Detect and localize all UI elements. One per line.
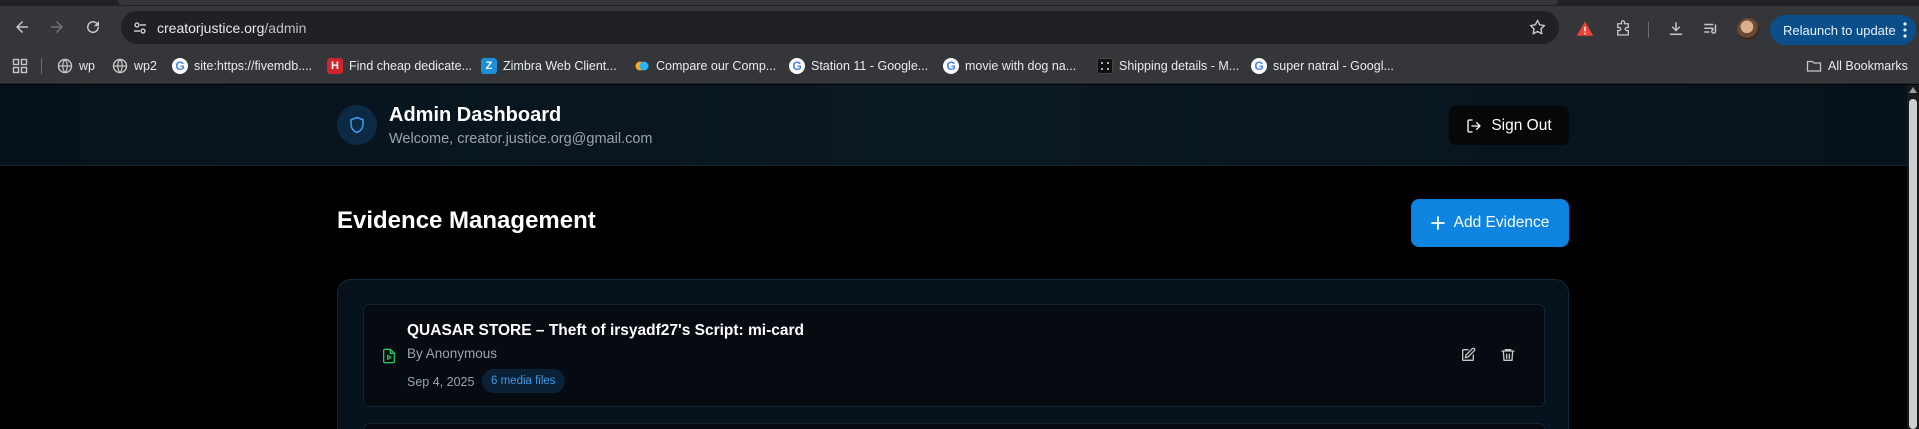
welcome-text: Welcome, creator.justice.org@gmail.com: [389, 131, 653, 147]
evidence-title: QUASAR STORE – Theft of irsyadf27's Scri…: [407, 322, 805, 339]
admin-header: Admin Dashboard Welcome, creator.justice…: [0, 85, 1907, 166]
hotel-icon: H: [327, 58, 343, 74]
page-scrollbar[interactable]: [1907, 85, 1919, 429]
extensions-icon[interactable]: [1613, 19, 1633, 39]
bookmark-compare[interactable]: Compare our Comp...: [634, 56, 776, 76]
evidence-author: By Anonymous: [407, 346, 498, 361]
globe-icon: [112, 58, 128, 74]
plus-icon: [1430, 216, 1445, 230]
google-icon: G: [789, 58, 805, 74]
url-text[interactable]: creatorjustice.org/admin: [157, 20, 306, 36]
sign-out-icon: [1467, 118, 1482, 133]
folder-icon: [1806, 58, 1822, 74]
bookmark-movie-dog[interactable]: G movie with dog na...: [943, 56, 1076, 76]
bookmarks-divider: [41, 58, 42, 74]
star-icon[interactable]: [1528, 18, 1547, 37]
google-icon: G: [172, 58, 188, 74]
back-icon[interactable]: [9, 14, 35, 40]
evidence-list-panel: QUASAR STORE – Theft of irsyadf27's Scri…: [337, 279, 1569, 429]
add-evidence-label: Add Evidence: [1453, 214, 1550, 231]
circles-icon: [634, 58, 650, 74]
sign-out-label: Sign Out: [1491, 116, 1552, 134]
media-control-icon[interactable]: [1701, 19, 1721, 39]
bookmark-label: Shipping details - M...: [1119, 59, 1240, 73]
bookmark-label: Compare our Comp...: [656, 59, 777, 73]
active-tab-edge: [118, 0, 1558, 5]
shipping-icon: [1097, 58, 1113, 74]
zimbra-icon: Z: [481, 58, 497, 74]
all-bookmarks[interactable]: All Bookmarks: [1806, 56, 1908, 76]
more-icon[interactable]: [1903, 21, 1907, 39]
relaunch-label: Relaunch to update: [1783, 22, 1896, 38]
profile-avatar[interactable]: [1737, 18, 1759, 40]
reload-icon[interactable]: [80, 14, 106, 40]
warning-icon[interactable]: [1575, 19, 1595, 39]
evidence-date: Sep 4, 2025: [407, 375, 475, 389]
trash-icon[interactable]: [1500, 347, 1518, 365]
scrollbar-thumb[interactable]: [1909, 99, 1917, 429]
bookmark-cheap-dedicated[interactable]: H Find cheap dedicate...: [327, 56, 472, 76]
add-evidence-button[interactable]: Add Evidence: [1411, 199, 1569, 247]
file-icon: [383, 348, 395, 364]
toolbar-divider: [1648, 22, 1649, 38]
section-title: Evidence Management: [337, 207, 596, 234]
bookmark-label: wp: [79, 59, 95, 73]
bookmark-zimbra[interactable]: Z Zimbra Web Client...: [481, 56, 617, 76]
page-title: Admin Dashboard: [389, 104, 562, 126]
bookmark-label: Station 11 - Google...: [811, 59, 929, 73]
bookmark-super-natral[interactable]: G super natral - Googl...: [1251, 56, 1394, 76]
url-path: /admin: [264, 20, 307, 36]
media-count-badge: 6 media files: [482, 369, 565, 393]
google-icon: G: [943, 58, 959, 74]
shield-icon: [337, 105, 377, 145]
bookmark-label: site:https://fivemdb....: [194, 59, 313, 73]
address-bar[interactable]: creatorjustice.org/admin: [121, 11, 1559, 44]
bookmark-label: Find cheap dedicate...: [349, 59, 472, 73]
bookmark-fivemdb[interactable]: G site:https://fivemdb....: [172, 56, 312, 76]
evidence-card-next[interactable]: [363, 423, 1545, 429]
all-bookmarks-label: All Bookmarks: [1828, 59, 1908, 73]
site-info-icon[interactable]: [131, 19, 149, 37]
bookmark-label: wp2: [134, 59, 157, 73]
download-icon[interactable]: [1666, 19, 1686, 39]
evidence-card[interactable]: QUASAR STORE – Theft of irsyadf27's Scri…: [363, 304, 1545, 407]
bookmark-wp2[interactable]: wp2: [112, 56, 157, 76]
forward-icon[interactable]: [44, 14, 70, 40]
edit-icon[interactable]: [1460, 347, 1478, 365]
globe-icon: [57, 58, 73, 74]
relaunch-button[interactable]: Relaunch to update: [1770, 15, 1916, 45]
sign-out-button[interactable]: Sign Out: [1449, 106, 1569, 145]
scroll-up-icon[interactable]: [1909, 87, 1917, 93]
url-host: creatorjustice.org: [157, 20, 265, 36]
bookmark-label: super natral - Googl...: [1273, 59, 1394, 73]
apps-icon[interactable]: [12, 56, 28, 76]
google-icon: G: [1251, 58, 1267, 74]
bookmark-station-11[interactable]: G Station 11 - Google...: [789, 56, 928, 76]
bookmark-label: movie with dog na...: [965, 59, 1077, 73]
bookmark-shipping[interactable]: Shipping details - M...: [1097, 56, 1239, 76]
bookmark-wp[interactable]: wp: [57, 56, 95, 76]
browser-toolbar: creatorjustice.org/admin Relaunch to upd…: [0, 6, 1919, 48]
bookmark-label: Zimbra Web Client...: [503, 59, 617, 73]
page-viewport: Admin Dashboard Welcome, creator.justice…: [0, 85, 1907, 429]
bookmarks-bar: wp wp2 G site:https://fivemdb.... H Find…: [0, 48, 1919, 84]
